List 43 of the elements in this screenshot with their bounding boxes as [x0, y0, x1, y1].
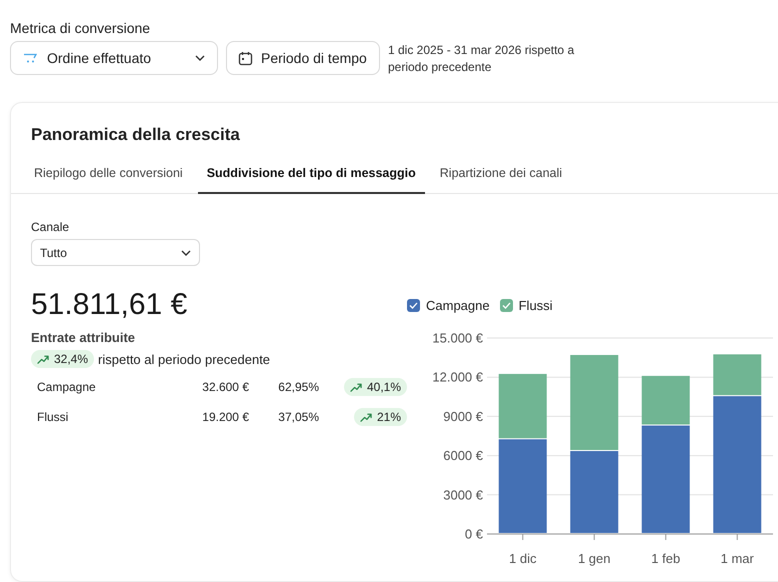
channel-dropdown[interactable]: Tutto — [31, 239, 200, 266]
row-share: 37,05% — [277, 410, 319, 424]
y-axis-label: 6000 € — [443, 448, 483, 464]
row-name: Flussi — [37, 410, 70, 424]
chevron-down-icon — [181, 250, 191, 256]
y-axis-label: 15.000 € — [432, 330, 483, 346]
row-amount: 19.200 € — [201, 410, 249, 424]
y-axis-label: 0 € — [464, 526, 483, 542]
change-note: rispetto al periodo precedente — [98, 352, 270, 366]
legend-checkbox[interactable] — [500, 299, 513, 312]
legend-label: Flussi — [518, 298, 553, 313]
row-amount: 32.600 € — [201, 380, 249, 394]
y-axis-label: 9000 € — [443, 408, 483, 424]
total-value: 51.811,61 € — [31, 288, 188, 322]
y-axis-label: 3000 € — [443, 487, 483, 502]
y-axis-label: 12.000 € — [432, 370, 483, 385]
trend-up-icon — [350, 382, 363, 392]
change-badge: 32,4% — [31, 350, 94, 368]
change-badge: 40,1% — [344, 378, 407, 396]
tab[interactable]: Ripartizione dei canali — [430, 157, 572, 194]
metric-dropdown[interactable]: Ordine effettuato — [10, 41, 218, 75]
tab[interactable]: Suddivisione del tipo di messaggio — [198, 157, 425, 194]
tab[interactable]: Riepilogo delle conversioni — [25, 157, 192, 194]
trend-up-icon — [37, 354, 50, 364]
legend-label: Campagne — [426, 298, 490, 313]
chevron-down-icon — [195, 55, 205, 61]
row-name: Campagne — [37, 380, 97, 394]
legend-checkbox[interactable] — [407, 299, 420, 312]
row-share: 62,95% — [277, 380, 319, 394]
x-axis-label: 1 mar — [720, 551, 754, 566]
field-label: Metrica di conversione — [10, 20, 150, 36]
cart-icon — [23, 53, 37, 63]
x-axis-label: 1 gen — [578, 551, 611, 566]
x-axis-label: 1 feb — [651, 551, 680, 566]
trend-up-icon — [360, 412, 373, 422]
period-text: 1 dic 2025 - 31 mar 2026 rispetto a periodo precedente — [388, 42, 576, 76]
calendar-icon — [238, 50, 253, 66]
change-badge: 21% — [354, 408, 407, 426]
field-label: Canale — [31, 220, 70, 234]
total-label: Entrate attribuite — [31, 330, 136, 345]
x-axis-label: 1 dic — [509, 551, 536, 566]
period-button[interactable]: Periodo di tempo — [226, 41, 380, 75]
card-title: Panoramica della crescita — [30, 124, 241, 145]
